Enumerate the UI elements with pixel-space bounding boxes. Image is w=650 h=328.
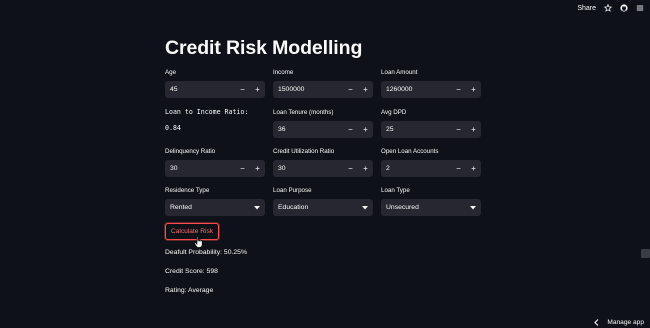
open-loans-input[interactable]: 2 − + (381, 160, 481, 177)
rating-text: Rating: Average (165, 287, 214, 294)
loan-amount-decrement-button[interactable]: − (451, 81, 466, 98)
open-loans-label: Open Loan Accounts (381, 148, 439, 155)
manage-app-bar[interactable]: Manage app (594, 319, 644, 326)
page-title: Credit Risk Modelling (165, 37, 363, 59)
loan-tenure-field: Loan Tenure (months) 36 − + (273, 109, 373, 138)
credit-util-input[interactable]: 30 − + (273, 160, 373, 177)
credit-util-value[interactable]: 30 (273, 165, 343, 172)
residence-label: Residence Type (165, 187, 210, 194)
default-probability-text: Deafult Probability: 50.25% (165, 249, 247, 256)
chevron-left-icon[interactable] (594, 319, 599, 326)
age-value[interactable]: 45 (165, 86, 235, 93)
delinquency-value[interactable]: 30 (165, 165, 235, 172)
loan-tenure-decrement-button[interactable]: − (343, 121, 358, 138)
avg-dpd-label: Avg DPD (381, 109, 407, 116)
income-increment-button[interactable]: + (358, 81, 373, 98)
hand-cursor-icon (194, 236, 203, 248)
avg-dpd-field: Avg DPD 25 − + (381, 109, 481, 138)
loan-type-value[interactable]: Unsecured (386, 204, 419, 211)
lti-value: 0.84 (165, 124, 181, 132)
purpose-field: Loan Purpose Education (273, 187, 373, 216)
calculate-risk-button[interactable]: Calculate Risk (165, 223, 219, 240)
chevron-down-icon[interactable] (362, 205, 368, 210)
credit-util-increment-button[interactable]: + (358, 160, 373, 177)
delinquency-input[interactable]: 30 − + (165, 160, 265, 177)
age-input[interactable]: 45 − + (165, 81, 265, 98)
loan-tenure-input[interactable]: 36 − + (273, 121, 373, 138)
avg-dpd-input[interactable]: 25 − + (381, 121, 481, 138)
side-scroll-tab[interactable] (641, 249, 650, 258)
income-field: Income 1500000 − + (273, 69, 373, 98)
loan-amount-label: Loan Amount (381, 69, 418, 76)
github-icon[interactable] (620, 4, 628, 12)
manage-app-label[interactable]: Manage app (607, 319, 644, 326)
loan-tenure-value[interactable]: 36 (273, 126, 343, 133)
menu-icon[interactable] (636, 4, 644, 12)
loan-amount-input[interactable]: 1260000 − + (381, 81, 481, 98)
open-loans-field: Open Loan Accounts 2 − + (381, 148, 481, 177)
loan-amount-increment-button[interactable]: + (466, 81, 481, 98)
purpose-select[interactable]: Education (273, 199, 373, 216)
avg-dpd-value[interactable]: 25 (381, 126, 451, 133)
credit-util-field: Credit Utilization Ratio 30 − + (273, 148, 373, 177)
age-decrement-button[interactable]: − (235, 81, 250, 98)
income-input[interactable]: 1500000 − + (273, 81, 373, 98)
residence-select[interactable]: Rented (165, 199, 265, 216)
age-field: Age 45 − + (165, 69, 265, 98)
share-button[interactable]: Share (577, 5, 596, 12)
income-label: Income (273, 69, 294, 76)
loan-tenure-label: Loan Tenure (months) (273, 109, 334, 116)
delinquency-increment-button[interactable]: + (250, 160, 265, 177)
loan-type-select[interactable]: Unsecured (381, 199, 481, 216)
top-toolbar: Share (0, 0, 650, 16)
lti-label: Loan to Income Ratio: (165, 108, 249, 116)
residence-field: Residence Type Rented (165, 187, 265, 216)
open-loans-value[interactable]: 2 (381, 165, 451, 172)
avg-dpd-decrement-button[interactable]: − (451, 121, 466, 138)
age-increment-button[interactable]: + (250, 81, 265, 98)
purpose-label: Loan Purpose (273, 187, 312, 194)
lti-field: Loan to Income Ratio: 0.84 (165, 108, 265, 132)
loan-type-label: Loan Type (381, 187, 410, 194)
loan-type-field: Loan Type Unsecured (381, 187, 481, 216)
open-loans-decrement-button[interactable]: − (451, 160, 466, 177)
income-decrement-button[interactable]: − (343, 81, 358, 98)
purpose-value[interactable]: Education (278, 204, 308, 211)
residence-value[interactable]: Rented (170, 204, 192, 211)
loan-tenure-increment-button[interactable]: + (358, 121, 373, 138)
income-value[interactable]: 1500000 (273, 86, 343, 93)
star-icon[interactable] (604, 4, 612, 12)
open-loans-increment-button[interactable]: + (466, 160, 481, 177)
delinquency-label: Delinquency Ratio (165, 148, 216, 155)
loan-amount-field: Loan Amount 1260000 − + (381, 69, 481, 98)
credit-util-decrement-button[interactable]: − (343, 160, 358, 177)
age-label: Age (165, 69, 177, 76)
loan-amount-value[interactable]: 1260000 (381, 86, 451, 93)
chevron-down-icon[interactable] (254, 205, 260, 210)
delinquency-field: Delinquency Ratio 30 − + (165, 148, 265, 177)
chevron-down-icon[interactable] (470, 205, 476, 210)
credit-util-label: Credit Utilization Ratio (273, 148, 335, 155)
avg-dpd-increment-button[interactable]: + (466, 121, 481, 138)
delinquency-decrement-button[interactable]: − (235, 160, 250, 177)
credit-score-text: Credit Score: 598 (165, 268, 218, 275)
